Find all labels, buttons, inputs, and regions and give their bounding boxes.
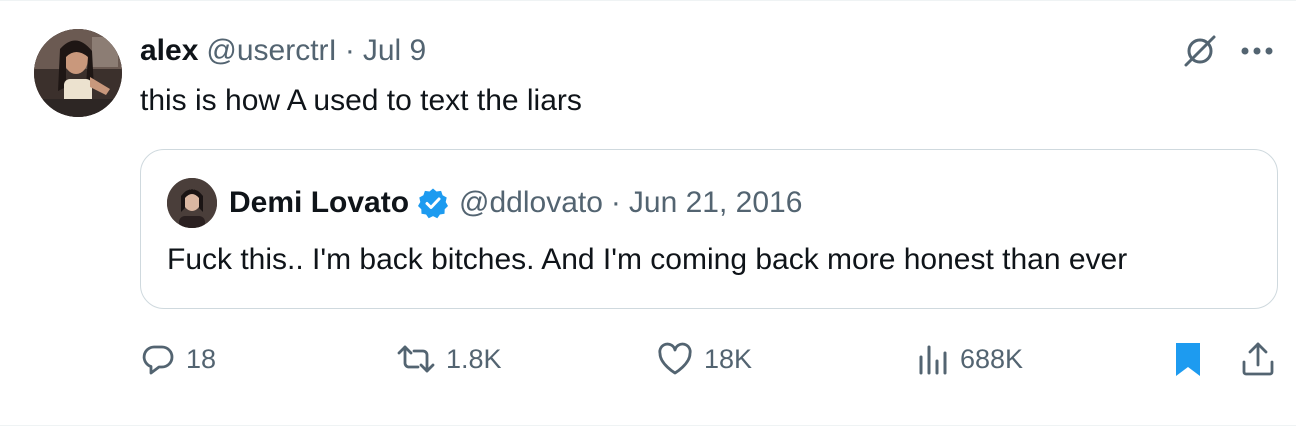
share-button[interactable] [1240,337,1276,381]
like-button[interactable]: 18K [656,337,752,381]
views-count: 688K [960,343,1024,374]
quoted-author-avatar[interactable] [167,178,217,228]
bookmark-button[interactable] [1172,337,1204,381]
tweet-top-icons [1182,33,1274,69]
action-bar: 18 1.8K 18K 688K [140,337,1278,381]
reply-button[interactable]: 18 [140,337,216,381]
author-name[interactable]: alex [140,31,198,71]
quoted-author-name[interactable]: Demi Lovato [229,183,409,223]
repost-icon [397,345,435,373]
separator: · [610,186,621,219]
like-icon [658,342,692,375]
repost-count: 1.8K [446,343,502,374]
like-count: 18K [704,343,753,374]
reply-count: 18 [186,343,217,374]
quoted-tweet-text: Fuck this.. I'm back bitches. And I'm co… [167,243,1128,276]
views-icon [919,345,947,375]
verified-badge-icon [417,187,449,219]
separator: · [344,34,355,67]
tweet-header: alex @userctrI · Jul 9 [140,31,426,71]
tweet-text: this is how A used to text the liars [140,84,582,117]
author-handle[interactable]: @userctrI [206,31,336,71]
quoted-tweet-header: Demi Lovato @ddlovato · Jun 21, 2016 [167,178,802,228]
reply-icon [142,345,174,375]
quoted-tweet[interactable]: Demi Lovato @ddlovato · Jun 21, 2016 Fuc… [140,149,1278,309]
grok-icon[interactable] [1182,33,1218,69]
more-icon[interactable] [1240,46,1274,56]
avatar[interactable] [34,29,122,117]
share-icon [1242,342,1274,376]
tweet-date[interactable]: Jul 9 [363,31,426,71]
views-button[interactable]: 688K [916,337,1023,381]
bookmark-icon [1176,343,1200,376]
tweet[interactable]: alex @userctrI · Jul 9 this is how A use… [0,0,1296,426]
quoted-tweet-date[interactable]: Jun 21, 2016 [629,183,802,223]
quoted-author-handle[interactable]: @ddlovato [459,183,603,223]
repost-button[interactable]: 1.8K [396,337,502,381]
